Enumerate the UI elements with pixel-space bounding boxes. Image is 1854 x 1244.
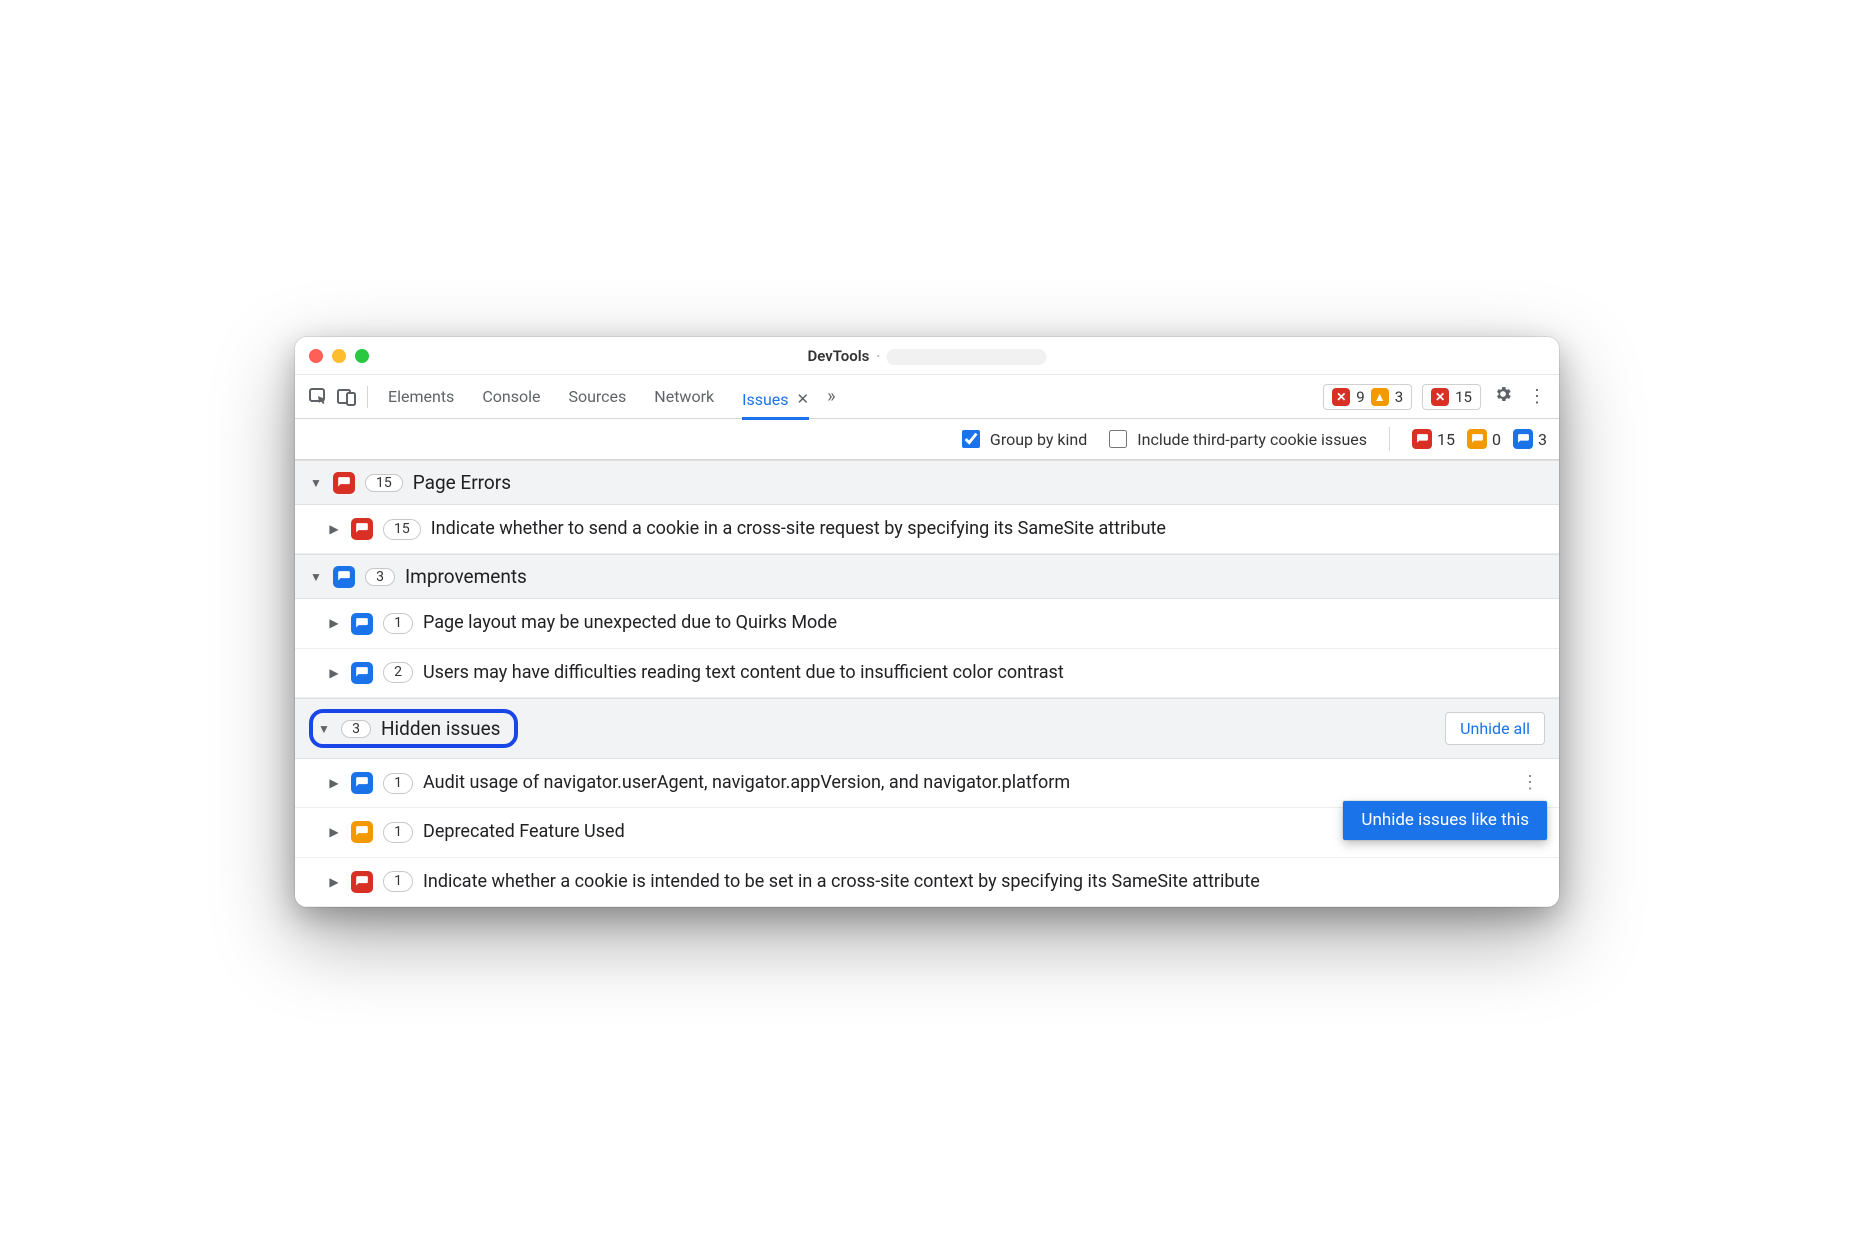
disclosure-triangle-icon[interactable]: ▶ [327, 615, 341, 631]
tab-network[interactable]: Network [654, 381, 714, 412]
group-header-hidden-issues[interactable]: ▼ 3 Hidden issues Unhide all [295, 698, 1559, 759]
issues-status-pill[interactable]: ✕ 15 [1422, 384, 1481, 410]
error-bubble-icon [351, 518, 373, 540]
issue-more-icon[interactable]: ⋮ [1515, 771, 1545, 795]
issue-count: 1 [383, 871, 413, 892]
group-count: 15 [365, 474, 403, 492]
group-by-kind-checkbox[interactable]: Group by kind [962, 430, 1087, 449]
issue-count: 1 [383, 773, 413, 794]
warning-count: 3 [1395, 388, 1403, 406]
stat-errors-count: 15 [1437, 430, 1455, 449]
disclosure-triangle-icon[interactable]: ▶ [327, 775, 341, 791]
close-tab-icon[interactable]: ✕ [797, 390, 810, 408]
warning-bubble-icon [351, 821, 373, 843]
error-count: 9 [1356, 388, 1364, 406]
error-bubble-icon [1412, 429, 1432, 449]
issues-subtoolbar: Group by kind Include third-party cookie… [295, 419, 1559, 460]
window-titlebar: DevTools · [295, 337, 1559, 375]
disclosure-triangle-icon[interactable]: ▼ [317, 722, 331, 736]
disclosure-triangle-icon[interactable]: ▶ [327, 521, 341, 537]
disclosure-triangle-icon[interactable]: ▼ [309, 476, 323, 490]
issue-row[interactable]: ▶ 1 Page layout may be unexpected due to… [295, 599, 1559, 648]
tab-sources[interactable]: Sources [568, 381, 626, 412]
group-count: 3 [341, 720, 371, 738]
issue-message: Indicate whether to send a cookie in a c… [431, 517, 1545, 541]
window-title: DevTools · [807, 347, 1046, 365]
tab-console[interactable]: Console [482, 381, 540, 412]
warning-bubble-icon [1467, 429, 1487, 449]
toolbar-separator [367, 386, 368, 408]
tab-issues[interactable]: Issues ✕ [742, 381, 809, 420]
toolbar-right: ✕ 9 ▲ 3 ✕ 15 ⋮ [1323, 384, 1549, 410]
issue-row[interactable]: ▶ 15 Indicate whether to send a cookie i… [295, 505, 1559, 554]
hidden-issues-highlight: ▼ 3 Hidden issues [309, 709, 518, 748]
tab-issues-label: Issues [742, 390, 788, 409]
info-bubble-icon [351, 772, 373, 794]
include-third-party-input[interactable] [1109, 430, 1127, 448]
issues-count: 15 [1455, 388, 1472, 406]
disclosure-triangle-icon[interactable]: ▼ [309, 570, 323, 584]
issue-message: Indicate whether a cookie is intended to… [423, 870, 1545, 894]
disclosure-triangle-icon[interactable]: ▶ [327, 665, 341, 681]
unhide-all-button[interactable]: Unhide all [1445, 712, 1545, 745]
panel-tabs: Elements Console Sources Network Issues … [388, 381, 809, 412]
close-window-button[interactable] [309, 349, 323, 363]
tab-elements[interactable]: Elements [388, 381, 454, 412]
window-traffic-lights [309, 349, 369, 363]
stat-info-count: 3 [1538, 430, 1547, 449]
stat-errors[interactable]: 15 [1412, 429, 1455, 449]
issue-message: Page layout may be unexpected due to Qui… [423, 611, 1545, 635]
settings-icon[interactable] [1491, 384, 1515, 409]
include-third-party-label: Include third-party cookie issues [1137, 430, 1367, 449]
info-bubble-icon [333, 566, 355, 588]
error-icon: ✕ [1332, 388, 1350, 406]
subbar-separator [1389, 427, 1390, 451]
group-by-kind-label: Group by kind [990, 430, 1087, 449]
issue-count: 1 [383, 613, 413, 634]
group-title: Hidden issues [381, 717, 500, 740]
issue-row[interactable]: ▶ 1 Audit usage of navigator.userAgent, … [295, 759, 1559, 808]
more-tabs-icon[interactable]: » [827, 386, 835, 407]
zoom-window-button[interactable] [355, 349, 369, 363]
issues-error-icon: ✕ [1431, 388, 1449, 406]
disclosure-triangle-icon[interactable]: ▶ [327, 874, 341, 890]
devtools-main-toolbar: Elements Console Sources Network Issues … [295, 375, 1559, 419]
issue-message: Users may have difficulties reading text… [423, 661, 1545, 685]
more-options-icon[interactable]: ⋮ [1525, 386, 1549, 407]
group-header-improvements[interactable]: ▼ 3 Improvements [295, 554, 1559, 599]
stat-warnings-count: 0 [1492, 430, 1501, 449]
issue-row[interactable]: ▶ 2 Users may have difficulties reading … [295, 649, 1559, 698]
group-title: Improvements [405, 565, 527, 588]
stat-info[interactable]: 3 [1513, 429, 1547, 449]
window-title-text: DevTools [807, 347, 869, 365]
group-header-page-errors[interactable]: ▼ 15 Page Errors [295, 460, 1559, 505]
minimize-window-button[interactable] [332, 349, 346, 363]
issue-count: 1 [383, 822, 413, 843]
inspect-element-icon[interactable] [305, 384, 333, 410]
issue-message: Audit usage of navigator.userAgent, navi… [423, 771, 1505, 795]
group-title: Page Errors [413, 471, 511, 494]
group-count: 3 [365, 568, 395, 586]
stat-warnings[interactable]: 0 [1467, 429, 1501, 449]
group-by-kind-input[interactable] [962, 430, 980, 448]
issue-stats: 15 0 3 [1412, 429, 1547, 449]
warning-icon: ▲ [1371, 388, 1389, 406]
devtools-window: DevTools · Elements Console Sources Netw… [295, 337, 1559, 907]
disclosure-triangle-icon[interactable]: ▶ [327, 824, 341, 840]
info-bubble-icon [1513, 429, 1533, 449]
info-bubble-icon [351, 613, 373, 635]
issues-list: ▼ 15 Page Errors ▶ 15 Indicate whether t… [295, 460, 1559, 907]
issue-row[interactable]: ▶ 1 Indicate whether a cookie is intende… [295, 858, 1559, 907]
error-bubble-icon [333, 472, 355, 494]
issue-count: 15 [383, 519, 421, 540]
include-third-party-checkbox[interactable]: Include third-party cookie issues [1109, 430, 1367, 449]
window-title-redacted [887, 349, 1047, 365]
console-status-pill[interactable]: ✕ 9 ▲ 3 [1323, 384, 1412, 410]
context-menu-unhide[interactable]: Unhide issues like this [1343, 801, 1547, 840]
info-bubble-icon [351, 662, 373, 684]
issue-count: 2 [383, 662, 413, 683]
device-toolbar-icon[interactable] [333, 384, 361, 410]
error-bubble-icon [351, 871, 373, 893]
